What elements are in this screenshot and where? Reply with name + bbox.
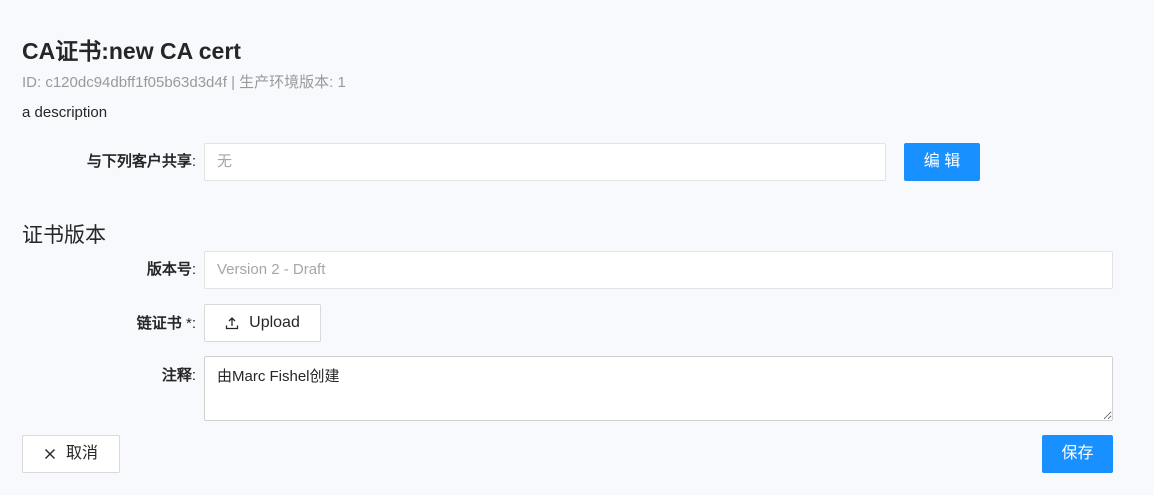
share-customers-field: 无	[204, 143, 886, 181]
upload-icon	[225, 316, 239, 330]
cancel-button[interactable]: 取消	[22, 435, 120, 473]
required-marker: *:	[185, 315, 196, 332]
ca-cert-page: CA证书:new CA cert ID: c120dc94dbff1f05b63…	[0, 0, 1154, 495]
chain-cert-label: 链证书 *:	[40, 314, 196, 334]
page-title: CA证书:new CA cert	[22, 38, 241, 64]
close-icon	[44, 448, 56, 460]
notes-textarea[interactable]: 由Marc Fishel创建	[204, 356, 1113, 421]
notes-label-colon: :	[191, 367, 196, 384]
version-label: 版本号:	[40, 260, 196, 280]
edit-share-button[interactable]: 编 辑	[904, 143, 980, 181]
notes-label: 注释:	[40, 366, 196, 386]
chain-cert-label-text: 链证书	[136, 315, 182, 332]
version-number-field: Version 2 - Draft	[204, 251, 1113, 289]
cert-meta: ID: c120dc94dbff1f05b63d3d4f | 生产环境版本: 1	[22, 74, 346, 91]
notes-label-text: 注释	[161, 367, 192, 384]
share-label: 与下列客户共享:	[40, 152, 196, 172]
cancel-button-label: 取消	[65, 445, 98, 462]
share-label-colon: :	[191, 153, 196, 170]
cert-description: a description	[22, 104, 108, 121]
share-label-text: 与下列客户共享	[86, 153, 192, 170]
upload-button[interactable]: Upload	[204, 304, 321, 342]
version-label-text: 版本号	[146, 261, 192, 278]
version-label-colon: :	[191, 261, 196, 278]
versions-section-title: 证书版本	[22, 224, 106, 247]
upload-button-label: Upload	[249, 314, 300, 331]
save-button[interactable]: 保存	[1042, 435, 1113, 473]
